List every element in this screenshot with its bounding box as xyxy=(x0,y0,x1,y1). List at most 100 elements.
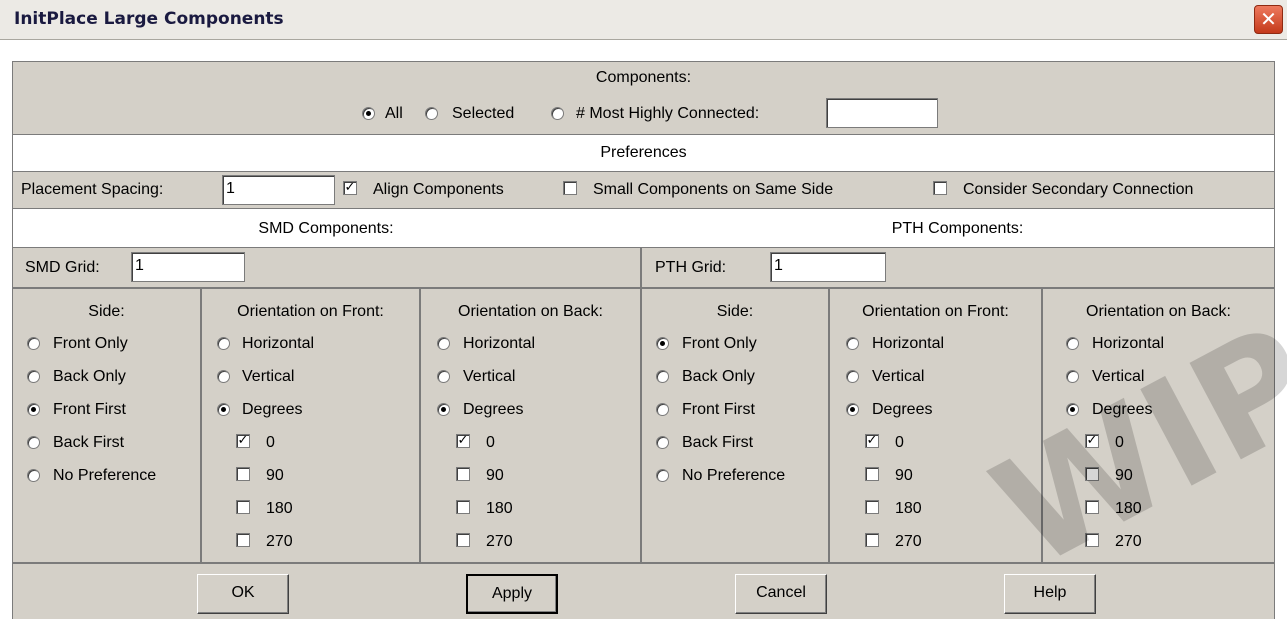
smd-back-option-label: Vertical xyxy=(463,368,516,385)
smd-back-deg-180-checkbox[interactable] xyxy=(456,500,470,514)
pth-front-horizontal-radio[interactable] xyxy=(846,337,859,350)
pth-side-panel xyxy=(641,288,829,563)
components-all-radio[interactable] xyxy=(362,107,375,120)
smd-front-deg-label: 0 xyxy=(266,434,275,451)
smd-side-option-label: Front Only xyxy=(53,335,128,352)
pth-grid-panel xyxy=(641,247,1275,288)
smd-grid-panel xyxy=(12,247,641,288)
placement-spacing-input[interactable]: 1 xyxy=(222,175,335,205)
pth-side-option-label: Front Only xyxy=(682,335,757,352)
smd-back-deg-0-checkbox[interactable]: ✓ xyxy=(456,434,470,448)
smd-front-degrees-radio[interactable] xyxy=(217,403,230,416)
pth-front-deg-label: 270 xyxy=(895,533,922,550)
smd-back-deg-label: 0 xyxy=(486,434,495,451)
smd-side-option-label: Back First xyxy=(53,434,125,451)
pth-front-degrees-radio[interactable] xyxy=(846,403,859,416)
smd-grid-label: SMD Grid: xyxy=(25,259,100,276)
smd-back-heading: Orientation on Back: xyxy=(458,303,603,320)
align-components-checkbox[interactable]: ✓ xyxy=(343,181,357,195)
placement-spacing-label: Placement Spacing: xyxy=(21,181,164,198)
pth-side-front-first-radio[interactable] xyxy=(656,403,669,416)
pth-front-deg-90-checkbox[interactable] xyxy=(865,467,879,481)
smd-back-deg-label: 90 xyxy=(486,467,504,484)
smd-front-option-label: Horizontal xyxy=(242,335,315,352)
smd-front-vertical-radio[interactable] xyxy=(217,370,230,383)
most-connected-input[interactable] xyxy=(826,98,938,128)
pth-side-back-first-radio[interactable] xyxy=(656,436,669,449)
smd-back-deg-270-checkbox[interactable] xyxy=(456,533,470,547)
components-most-connected-radio[interactable] xyxy=(551,107,564,120)
pth-side-no-preference-radio[interactable] xyxy=(656,469,669,482)
small-same-side-checkbox[interactable] xyxy=(563,181,577,195)
smd-side-heading: Side: xyxy=(88,303,125,320)
smd-grid-input[interactable]: 1 xyxy=(131,252,245,282)
smd-front-option-label: Vertical xyxy=(242,368,295,385)
components-most-connected-label: # Most Highly Connected: xyxy=(576,105,760,122)
pth-grid-label: PTH Grid: xyxy=(655,259,727,276)
smd-front-deg-label: 90 xyxy=(266,467,284,484)
smd-heading: SMD Components: xyxy=(258,220,394,237)
pth-back-vertical-radio[interactable] xyxy=(1066,370,1079,383)
smd-side-front-only-radio[interactable] xyxy=(27,337,40,350)
smd-back-deg-90-checkbox[interactable] xyxy=(456,467,470,481)
smd-front-deg-270-checkbox[interactable] xyxy=(236,533,250,547)
consider-secondary-checkbox[interactable] xyxy=(933,181,947,195)
smd-back-deg-label: 270 xyxy=(486,533,513,550)
pth-side-option-label: No Preference xyxy=(682,467,786,484)
components-selected-radio[interactable] xyxy=(425,107,438,120)
smd-side-front-first-radio[interactable] xyxy=(27,403,40,416)
smd-back-option-label: Degrees xyxy=(463,401,524,418)
pth-front-heading: Orientation on Front: xyxy=(862,303,1009,320)
pth-grid-input[interactable]: 1 xyxy=(770,252,886,282)
pth-front-deg-0-checkbox[interactable]: ✓ xyxy=(865,434,879,448)
smd-side-panel xyxy=(12,288,201,563)
consider-secondary-label: Consider Secondary Connection xyxy=(963,181,1194,198)
smd-side-back-first-radio[interactable] xyxy=(27,436,40,449)
ok-button[interactable]: OK xyxy=(197,574,289,614)
smd-back-vertical-radio[interactable] xyxy=(437,370,450,383)
smd-back-option-label: Horizontal xyxy=(463,335,536,352)
pth-front-deg-270-checkbox[interactable] xyxy=(865,533,879,547)
pth-side-back-only-radio[interactable] xyxy=(656,370,669,383)
smd-front-deg-90-checkbox[interactable] xyxy=(236,467,250,481)
smd-front-heading: Orientation on Front: xyxy=(237,303,384,320)
pth-side-option-label: Back First xyxy=(682,434,754,451)
components-selected-label: Selected xyxy=(452,105,515,122)
pth-front-deg-label: 180 xyxy=(895,500,922,517)
cancel-button[interactable]: Cancel xyxy=(735,574,827,614)
close-icon[interactable]: ✕ xyxy=(1254,5,1283,34)
pth-front-option-label: Horizontal xyxy=(872,335,945,352)
smd-side-no-preference-radio[interactable] xyxy=(27,469,40,482)
smd-front-panel xyxy=(201,288,420,563)
pth-front-deg-label: 0 xyxy=(895,434,904,451)
smd-back-horizontal-radio[interactable] xyxy=(437,337,450,350)
pth-front-deg-180-checkbox[interactable] xyxy=(865,500,879,514)
pth-front-deg-label: 90 xyxy=(895,467,913,484)
smd-front-deg-label: 270 xyxy=(266,533,293,550)
pth-front-option-label: Vertical xyxy=(872,368,925,385)
align-components-label: Align Components xyxy=(373,181,504,198)
window-title: InitPlace Large Components xyxy=(14,9,284,29)
smd-back-panel xyxy=(420,288,641,563)
pth-side-option-label: Front First xyxy=(682,401,755,418)
pth-side-heading: Side: xyxy=(716,303,754,320)
components-all-label: All xyxy=(385,105,403,122)
smd-front-horizontal-radio[interactable] xyxy=(217,337,230,350)
smd-side-option-label: No Preference xyxy=(53,467,157,484)
smd-side-option-label: Front First xyxy=(53,401,126,418)
smd-back-degrees-radio[interactable] xyxy=(437,403,450,416)
smd-back-deg-label: 180 xyxy=(486,500,513,517)
pth-side-front-only-radio[interactable] xyxy=(656,337,669,350)
smd-front-deg-180-checkbox[interactable] xyxy=(236,500,250,514)
pth-front-option-label: Degrees xyxy=(872,401,933,418)
smd-front-deg-label: 180 xyxy=(266,500,293,517)
smd-front-deg-0-checkbox[interactable]: ✓ xyxy=(236,434,250,448)
smd-front-option-label: Degrees xyxy=(242,401,303,418)
components-heading: Components: xyxy=(595,69,692,86)
smd-side-back-only-radio[interactable] xyxy=(27,370,40,383)
apply-button[interactable]: Apply xyxy=(466,574,558,614)
pth-back-horizontal-radio[interactable] xyxy=(1066,337,1079,350)
pth-side-option-label: Back Only xyxy=(682,368,755,385)
small-same-side-label: Small Components on Same Side xyxy=(593,181,834,198)
pth-front-vertical-radio[interactable] xyxy=(846,370,859,383)
